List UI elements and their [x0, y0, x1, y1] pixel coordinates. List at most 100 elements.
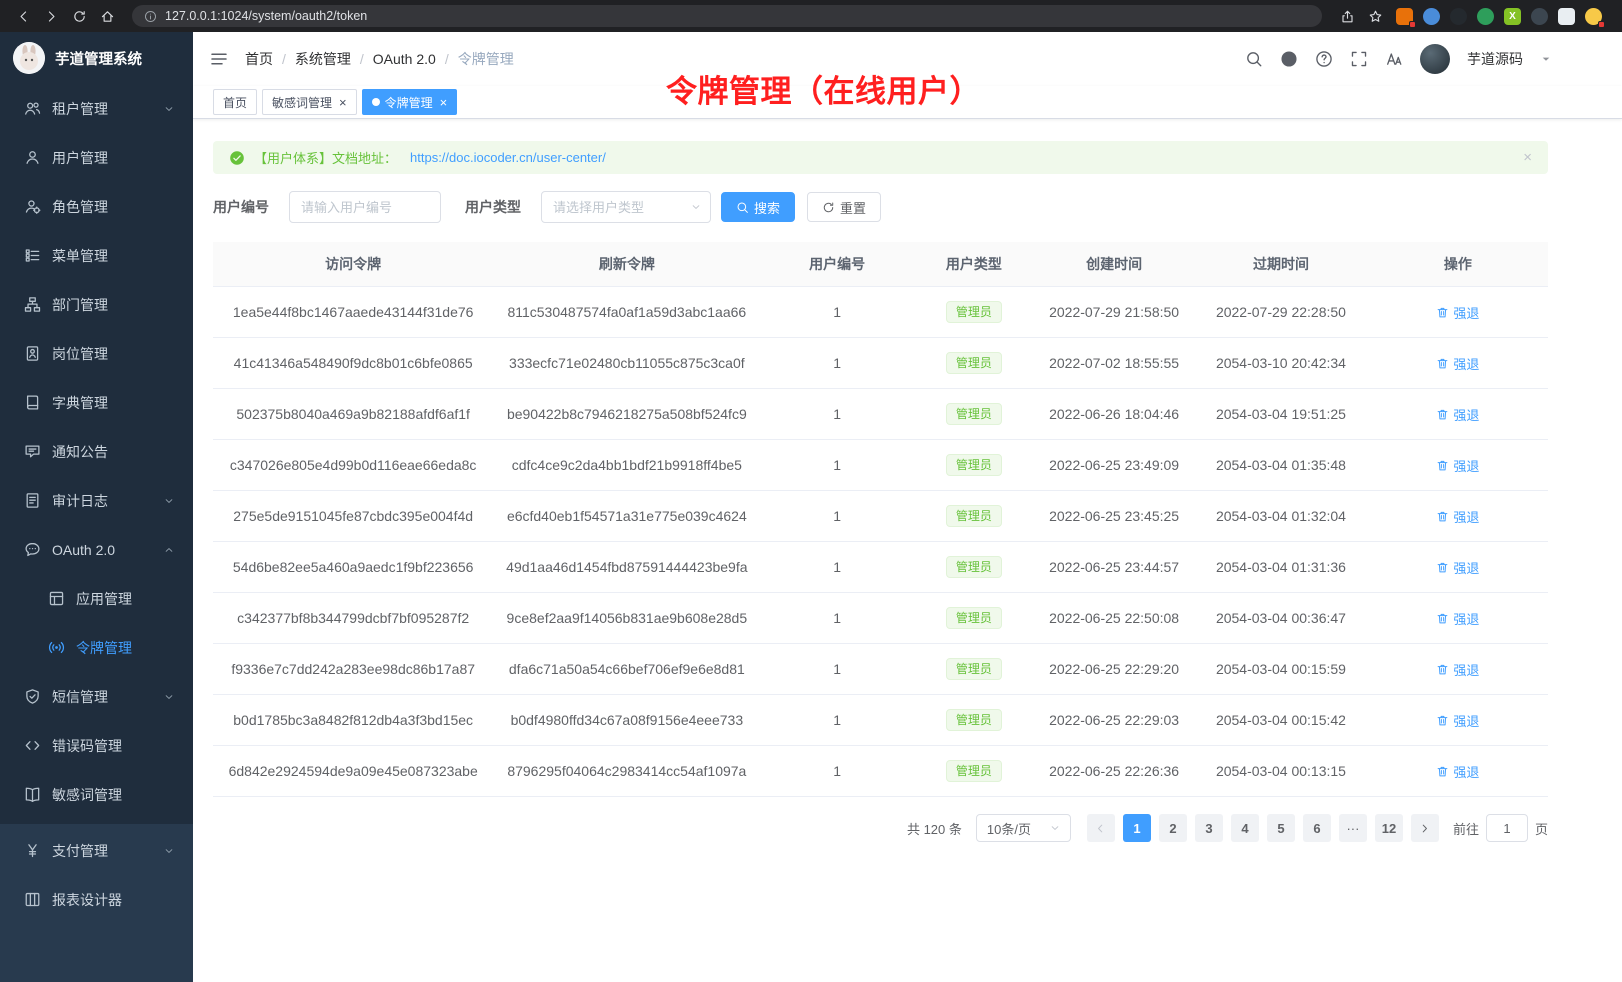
- trash-icon: [1436, 714, 1449, 727]
- help-icon[interactable]: [1315, 50, 1333, 68]
- tab-sensitive-word[interactable]: 敏感词管理×: [262, 89, 357, 115]
- sidebar-item-notice[interactable]: 通知公告: [0, 427, 193, 476]
- page-button-3[interactable]: 3: [1195, 814, 1223, 842]
- sidebar-subitem-app[interactable]: 应用管理: [0, 574, 193, 623]
- browser-reload-icon[interactable]: [66, 3, 92, 29]
- force-logout-button[interactable]: 强退: [1436, 711, 1479, 730]
- sidebar: 芋道管理系统 租户管理用户管理角色管理菜单管理部门管理岗位管理字典管理通知公告审…: [0, 32, 193, 982]
- force-logout-button[interactable]: 强退: [1436, 762, 1479, 781]
- force-logout-button[interactable]: 强退: [1436, 660, 1479, 679]
- page-button-1[interactable]: 1: [1123, 814, 1151, 842]
- force-logout-button[interactable]: 强退: [1436, 354, 1479, 373]
- prev-page-button[interactable]: [1087, 814, 1115, 842]
- extension-xdebug[interactable]: X: [1504, 8, 1521, 25]
- user-caret-down-icon[interactable]: [1540, 53, 1552, 65]
- action-cell: 强退: [1368, 644, 1548, 695]
- user-avatar[interactable]: [1420, 44, 1450, 74]
- browser-forward-icon[interactable]: [38, 3, 64, 29]
- sidebar-item-post[interactable]: 岗位管理: [0, 329, 193, 378]
- user-id-cell: 1: [760, 695, 914, 746]
- sidebar-item-menu[interactable]: 菜单管理: [0, 231, 193, 280]
- url-text: 127.0.0.1:1024/system/oauth2/token: [165, 9, 367, 23]
- tab-close-icon[interactable]: ×: [339, 96, 347, 109]
- github-icon[interactable]: [1280, 50, 1298, 68]
- filter-bar: 用户编号 用户类型 搜索 重置: [213, 191, 1548, 223]
- page-ellipsis[interactable]: ···: [1339, 814, 1367, 842]
- extension-green[interactable]: [1477, 8, 1494, 25]
- extension-github[interactable]: [1450, 8, 1467, 25]
- action-cell: 强退: [1368, 338, 1548, 389]
- sidebar-item-audit[interactable]: 审计日志: [0, 476, 193, 525]
- expire-time-cell: 2054-03-04 00:15:42: [1194, 695, 1368, 746]
- extension-dark[interactable]: [1531, 8, 1548, 25]
- badge: [1409, 21, 1416, 28]
- next-page-button[interactable]: [1411, 814, 1439, 842]
- alert-close-icon[interactable]: ×: [1523, 149, 1532, 166]
- force-logout-button[interactable]: 强退: [1436, 558, 1479, 577]
- page-button-5[interactable]: 5: [1267, 814, 1295, 842]
- profile-smiley[interactable]: [1585, 8, 1602, 25]
- refresh-token-cell: be90422b8c7946218275a508bf524fc9: [493, 389, 760, 440]
- action-cell: 强退: [1368, 491, 1548, 542]
- force-logout-button[interactable]: 强退: [1436, 405, 1479, 424]
- sidebar-collapse-icon[interactable]: [209, 49, 229, 69]
- extension-orange[interactable]: [1396, 8, 1413, 25]
- sidebar-item-tenant[interactable]: 租户管理: [0, 84, 193, 133]
- extension-blue[interactable]: [1423, 8, 1440, 25]
- search-button[interactable]: 搜索: [721, 192, 795, 222]
- breadcrumb-separator: /: [360, 51, 364, 67]
- user-type-select[interactable]: [541, 191, 711, 223]
- sidebar-subitem-token[interactable]: 令牌管理: [0, 623, 193, 672]
- reset-button[interactable]: 重置: [807, 192, 881, 222]
- expire-time-cell: 2054-03-04 01:35:48: [1194, 440, 1368, 491]
- browser-home-icon[interactable]: [94, 3, 120, 29]
- sidebar-item-dept[interactable]: 部门管理: [0, 280, 193, 329]
- bookmark-star-icon[interactable]: [1362, 3, 1388, 29]
- extension-darkreader[interactable]: [1558, 8, 1575, 25]
- font-size-icon[interactable]: [1385, 50, 1403, 68]
- page-button-4[interactable]: 4: [1231, 814, 1259, 842]
- breadcrumb-item[interactable]: OAuth 2.0: [373, 51, 436, 67]
- username[interactable]: 芋道源码: [1467, 49, 1523, 69]
- pagination-total: 共 120 条: [907, 819, 962, 838]
- create-time-cell: 2022-06-25 23:49:09: [1034, 440, 1194, 491]
- sidebar-item-errcode[interactable]: 错误码管理: [0, 721, 193, 770]
- tab-close-icon[interactable]: ×: [440, 96, 448, 109]
- sidebar-menu-bottom: 支付管理报表设计器: [0, 824, 193, 982]
- page-size-select[interactable]: 10条/页: [976, 814, 1071, 842]
- chevron-up-icon: [163, 544, 175, 556]
- browser-address-bar[interactable]: 127.0.0.1:1024/system/oauth2/token: [132, 5, 1322, 27]
- force-logout-button[interactable]: 强退: [1436, 456, 1479, 475]
- fullscreen-icon[interactable]: [1350, 50, 1368, 68]
- sidebar-item-report[interactable]: 报表设计器: [0, 875, 193, 924]
- user-type-select-input[interactable]: [541, 191, 711, 223]
- force-logout-button[interactable]: 强退: [1436, 303, 1479, 322]
- breadcrumb-item[interactable]: 系统管理: [295, 49, 351, 69]
- share-icon[interactable]: [1334, 3, 1360, 29]
- refresh-token-cell: e6cfd40eb1f54571a31e775e039c4624: [493, 491, 760, 542]
- browser-extensions: X: [1396, 8, 1602, 25]
- page-info-icon[interactable]: [144, 10, 157, 23]
- user-icon: [24, 149, 41, 166]
- sidebar-item-oauth2[interactable]: OAuth 2.0: [0, 525, 193, 574]
- sidebar-item-sms[interactable]: 短信管理: [0, 672, 193, 721]
- goto-page-input[interactable]: [1486, 814, 1528, 842]
- force-logout-button[interactable]: 强退: [1436, 507, 1479, 526]
- browser-back-icon[interactable]: [10, 3, 36, 29]
- doc-link[interactable]: https://doc.iocoder.cn/user-center/: [410, 150, 606, 165]
- page-button-2[interactable]: 2: [1159, 814, 1187, 842]
- header-search-icon[interactable]: [1245, 50, 1263, 68]
- tab-home[interactable]: 首页: [213, 89, 257, 115]
- access-token-cell: 275e5de9151045fe87cbdc395e004f4d: [213, 491, 493, 542]
- page-button-12[interactable]: 12: [1375, 814, 1403, 842]
- force-logout-button[interactable]: 强退: [1436, 609, 1479, 628]
- tab-token[interactable]: 令牌管理×: [362, 89, 458, 115]
- user-id-input[interactable]: [289, 191, 441, 223]
- sidebar-item-pay[interactable]: 支付管理: [0, 826, 193, 875]
- sidebar-item-role[interactable]: 角色管理: [0, 182, 193, 231]
- sidebar-item-user[interactable]: 用户管理: [0, 133, 193, 182]
- sidebar-item-sensitive-word[interactable]: 敏感词管理: [0, 770, 193, 819]
- page-button-6[interactable]: 6: [1303, 814, 1331, 842]
- breadcrumb-item[interactable]: 首页: [245, 49, 273, 69]
- sidebar-item-dict[interactable]: 字典管理: [0, 378, 193, 427]
